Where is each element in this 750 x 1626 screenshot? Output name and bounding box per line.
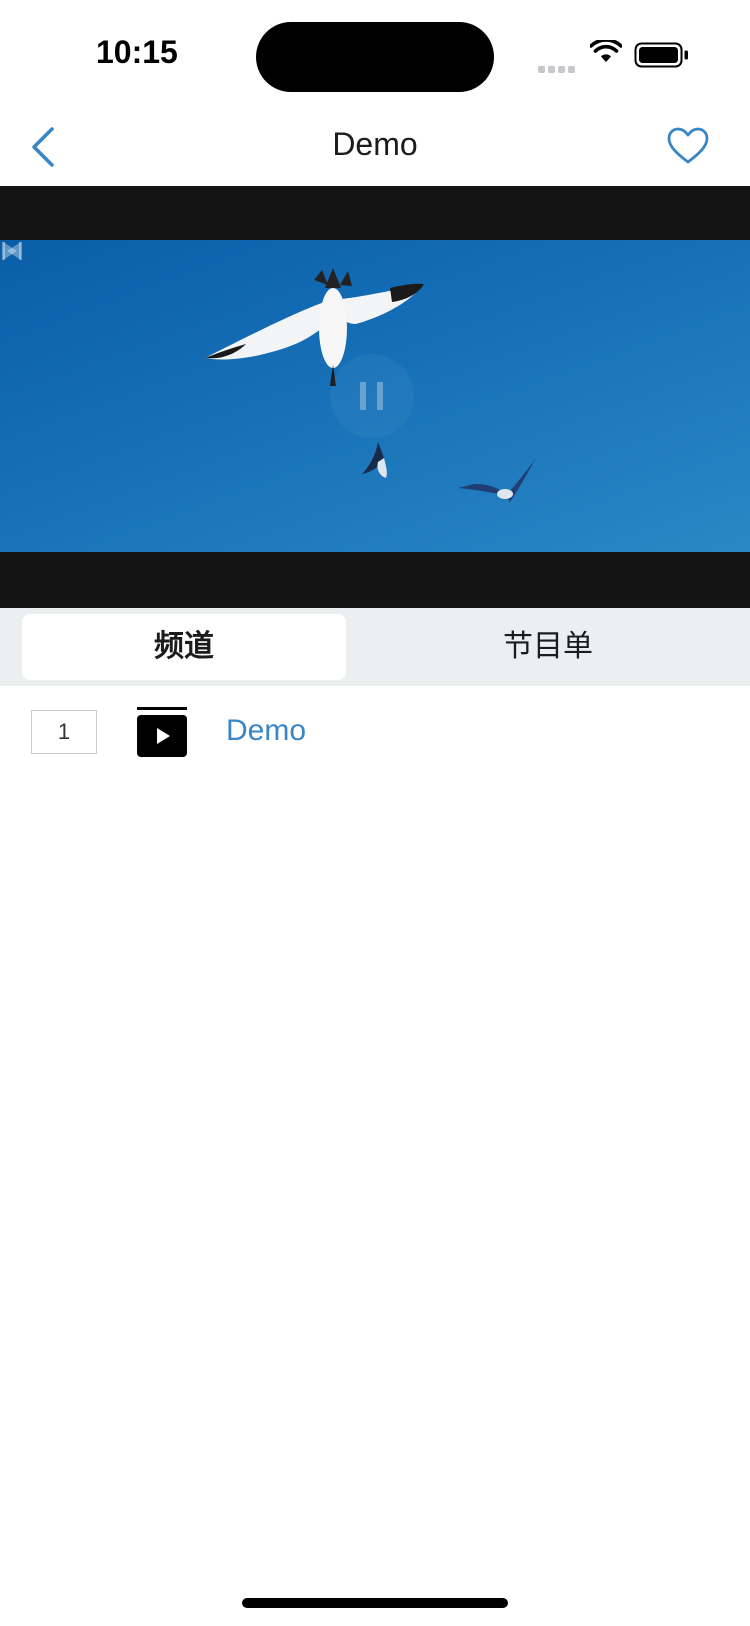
- home-indicator: [242, 1598, 508, 1608]
- next-icon[interactable]: [0, 240, 24, 262]
- heart-icon[interactable]: [666, 126, 710, 166]
- bird-small-2: [458, 458, 536, 502]
- segmented-tabs: 频道 节目单: [0, 608, 750, 686]
- tv-play-icon: [137, 707, 187, 757]
- bird-small-1: [362, 442, 387, 478]
- channel-number: 1: [31, 710, 97, 754]
- video-frame[interactable]: [0, 240, 750, 552]
- list-item[interactable]: 1 Demo: [0, 686, 750, 782]
- tab-channels[interactable]: 频道: [22, 614, 346, 680]
- page-title: Demo: [332, 126, 418, 162]
- status-time: 10:15: [96, 34, 178, 70]
- wifi-icon: [590, 40, 622, 62]
- status-bar: 10:15: [0, 0, 750, 110]
- tab-program-guide[interactable]: 节目单: [346, 614, 750, 680]
- pause-icon: [360, 382, 383, 410]
- pause-button[interactable]: [330, 354, 414, 438]
- battery-icon: [634, 42, 688, 68]
- dynamic-island: [256, 22, 494, 92]
- navigation-bar: Demo: [0, 110, 750, 186]
- cellular-signal-icon: [538, 60, 578, 78]
- video-player[interactable]: [0, 186, 750, 608]
- channel-name: Demo: [226, 714, 307, 747]
